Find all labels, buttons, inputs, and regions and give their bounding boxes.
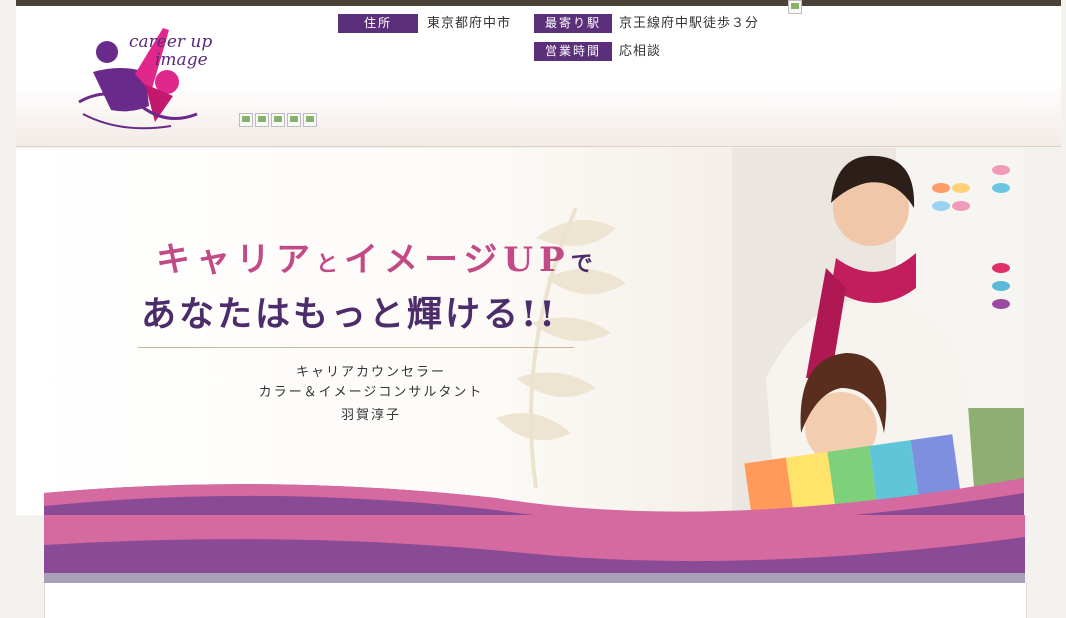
- content-panel: [44, 583, 1027, 618]
- broken-nav-image-icon[interactable]: [271, 113, 285, 127]
- station-label: 最寄り駅: [534, 14, 612, 33]
- logo-line1: career up: [129, 32, 213, 52]
- address-value: 東京都府中市: [427, 16, 512, 31]
- hero-divider: [138, 347, 574, 348]
- hero-banner: キャリアとイメージUPで あなたはもっと輝ける!! キャリアカウンセラー カラー…: [16, 148, 1024, 515]
- broken-nav-image-icon[interactable]: [287, 113, 301, 127]
- wave-decoration: [44, 515, 1025, 583]
- hero-title-career: キャリア: [156, 240, 316, 280]
- logo[interactable]: career up image: [71, 14, 221, 144]
- hours-value: 応相談: [619, 44, 662, 59]
- hero-title-line2: あなたはもっと輝ける!!: [141, 294, 558, 335]
- hero-title-image-up: イメージUP: [344, 240, 571, 280]
- broken-image-icon: [788, 0, 802, 14]
- hero-title-de: で: [570, 251, 599, 277]
- broken-nav-image-icon[interactable]: [255, 113, 269, 127]
- logo-line2: image: [155, 50, 208, 70]
- hero-subtitle-role2: カラー＆イメージコンサルタント: [258, 385, 484, 400]
- hero-subtitle-name: 羽賀淳子: [340, 408, 401, 423]
- hero-subtitle-role1: キャリアカウンセラー: [295, 365, 446, 380]
- hero-wave-band: [44, 515, 1025, 583]
- broken-nav-image-icon[interactable]: [303, 113, 317, 127]
- broken-nav-image-icon[interactable]: [239, 113, 253, 127]
- hero-title-line1: キャリアとイメージUPで: [156, 232, 599, 281]
- hero-title-to: と: [316, 251, 345, 277]
- station-value: 京王線府中駅徒歩３分: [619, 16, 760, 31]
- site-header: career up image 住所 東京都府中市 最寄り駅 京王線府中駅徒歩３…: [16, 0, 1061, 147]
- hours-label: 営業時間: [534, 42, 612, 61]
- address-label: 住所: [338, 14, 418, 33]
